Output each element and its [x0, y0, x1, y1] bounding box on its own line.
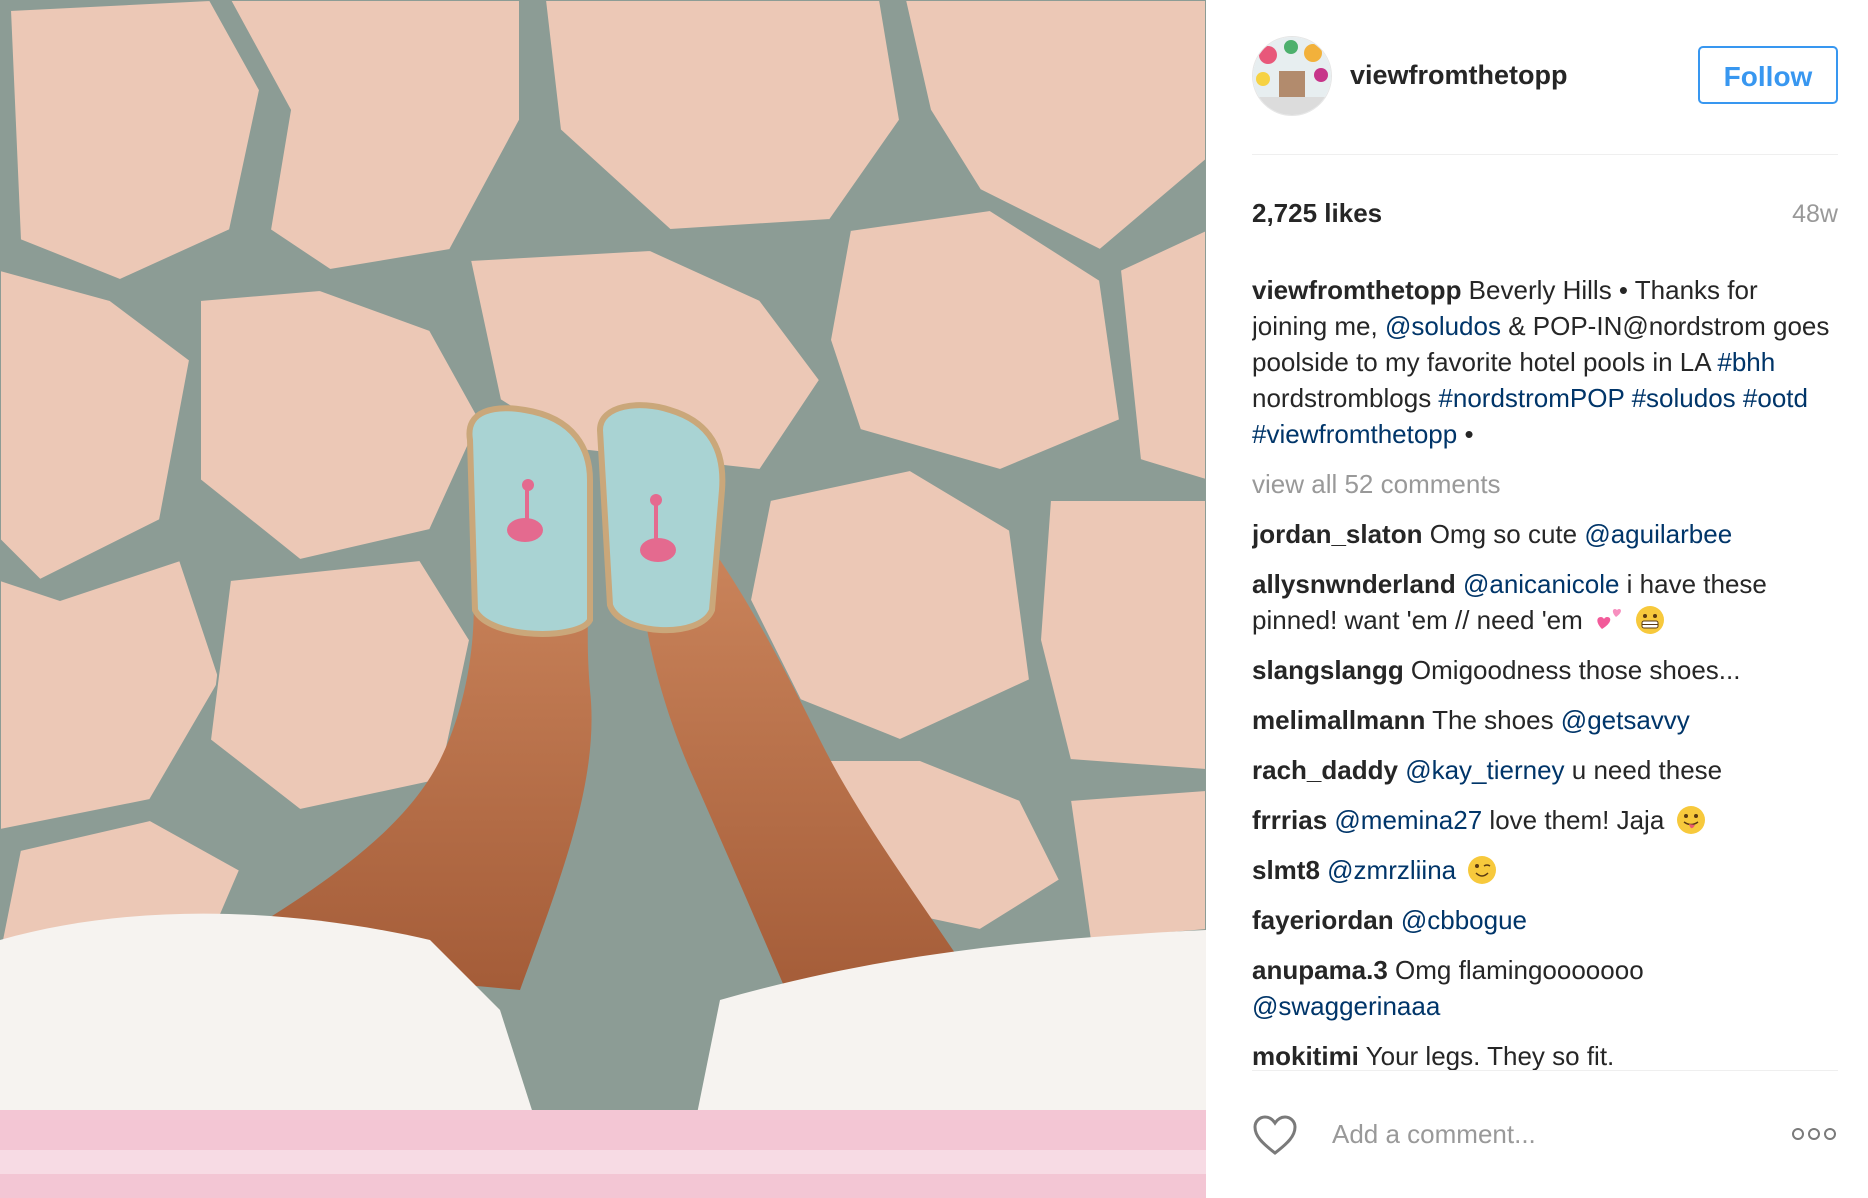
comment-text: u need these	[1564, 755, 1723, 785]
post-header: viewfromthetopp Follow	[1252, 36, 1838, 120]
two-hearts-icon	[1597, 609, 1622, 629]
wink-face-icon	[1468, 856, 1497, 884]
post-timestamp[interactable]: 48w	[1792, 200, 1838, 229]
post-username[interactable]: viewfromthetopp	[1350, 60, 1568, 91]
grimacing-face-icon	[1636, 606, 1665, 634]
comment-username[interactable]: slmt8	[1252, 855, 1320, 885]
caption-hashtag[interactable]: #ootd	[1743, 383, 1808, 413]
comment-username[interactable]: frrrias	[1252, 805, 1327, 835]
caption-username[interactable]: viewfromthetopp	[1252, 275, 1461, 305]
likes-count[interactable]: 2,725 likes	[1252, 198, 1382, 229]
comment-mention[interactable]: @getsavvy	[1561, 705, 1690, 735]
avatar[interactable]	[1252, 36, 1332, 116]
comment: frrrias @memina27 love them! Jaja	[1252, 802, 1838, 838]
divider	[1252, 1070, 1838, 1071]
caption-text	[1624, 383, 1631, 413]
comment: mokitimi Your legs. They so fit.	[1252, 1038, 1838, 1070]
comment: jordan_slaton Omg so cute @aguilarbee	[1252, 516, 1838, 552]
comment: anupama.3 Omg flamingooooooo @swaggerina…	[1252, 952, 1838, 1024]
caption-text	[1736, 383, 1743, 413]
instagram-post: viewfromthetopp Follow 2,725 likes 48w v…	[0, 0, 1868, 1198]
caption-hashtag[interactable]: #viewfromthetopp	[1252, 419, 1457, 449]
caption-text: nordstromblogs	[1252, 383, 1439, 413]
comments-section: viewfromthetopp Beverly Hills • Thanks f…	[1252, 272, 1838, 1070]
caption-hashtag[interactable]: #nordstromPOP	[1438, 383, 1624, 413]
caption-hashtag[interactable]: #bhh	[1717, 347, 1775, 377]
caption-mention[interactable]: @soludos	[1385, 311, 1501, 341]
comment-text: Your legs. They so fit.	[1358, 1041, 1615, 1070]
comment-username[interactable]: mokitimi	[1252, 1041, 1359, 1070]
comment: slangslangg Omigoodness those shoes...	[1252, 652, 1838, 688]
comment-username[interactable]: allysnwnderland	[1252, 569, 1456, 599]
tongue-face-icon	[1676, 806, 1705, 834]
more-options-icon[interactable]	[1790, 1126, 1838, 1142]
comment-mention[interactable]: @aguilarbee	[1584, 519, 1732, 549]
divider	[1252, 154, 1838, 155]
comment-mention[interactable]: @anicanicole	[1463, 569, 1619, 599]
comment: rach_daddy @kay_tierney u need these	[1252, 752, 1838, 788]
comment-mention[interactable]: @swaggerinaaa	[1252, 991, 1440, 1021]
comment-username[interactable]: fayeriordan	[1252, 905, 1394, 935]
follow-button[interactable]: Follow	[1698, 46, 1838, 104]
comment: melimallmann The shoes @getsavvy	[1252, 702, 1838, 738]
comment-text: Omg flamingooooooo	[1387, 955, 1644, 985]
post-photo[interactable]	[0, 0, 1206, 1198]
comment-username[interactable]: anupama.3	[1252, 955, 1388, 985]
comment: fayeriordan @cbbogue	[1252, 902, 1838, 938]
comment-username[interactable]: melimallmann	[1252, 705, 1425, 735]
comment: allysnwnderland @anicanicole i have thes…	[1252, 566, 1838, 638]
photo-flamingo-espadrilles	[0, 0, 1206, 1198]
comment-text	[1394, 905, 1401, 935]
add-comment-input[interactable]	[1332, 1114, 1752, 1154]
comment: slmt8 @zmrzliina	[1252, 852, 1838, 888]
comment-text: Omg so cute	[1422, 519, 1585, 549]
caption-text: •	[1457, 419, 1474, 449]
view-all-comments-link[interactable]: view all 52 comments	[1252, 466, 1838, 502]
comment-text: Omigoodness those shoes...	[1403, 655, 1741, 685]
comment-text: The shoes	[1425, 705, 1561, 735]
comment-mention[interactable]: @kay_tierney	[1405, 755, 1564, 785]
comment-username[interactable]: slangslangg	[1252, 655, 1404, 685]
heart-icon[interactable]	[1252, 1114, 1298, 1156]
comment-bar	[1252, 1108, 1838, 1168]
comment-mention[interactable]: @memina27	[1334, 805, 1482, 835]
comment-mention[interactable]: @cbbogue	[1401, 905, 1527, 935]
comment-text: love them! Jaja	[1482, 805, 1665, 835]
caption: viewfromthetopp Beverly Hills • Thanks f…	[1252, 272, 1838, 452]
comment-mention[interactable]: @zmrzliina	[1327, 855, 1456, 885]
comment-text	[1456, 569, 1463, 599]
avatar-image	[1253, 37, 1331, 115]
comment-username[interactable]: jordan_slaton	[1252, 519, 1422, 549]
caption-hashtag[interactable]: #soludos	[1632, 383, 1736, 413]
comment-username[interactable]: rach_daddy	[1252, 755, 1398, 785]
post-sidebar: viewfromthetopp Follow 2,725 likes 48w v…	[1206, 0, 1868, 1198]
